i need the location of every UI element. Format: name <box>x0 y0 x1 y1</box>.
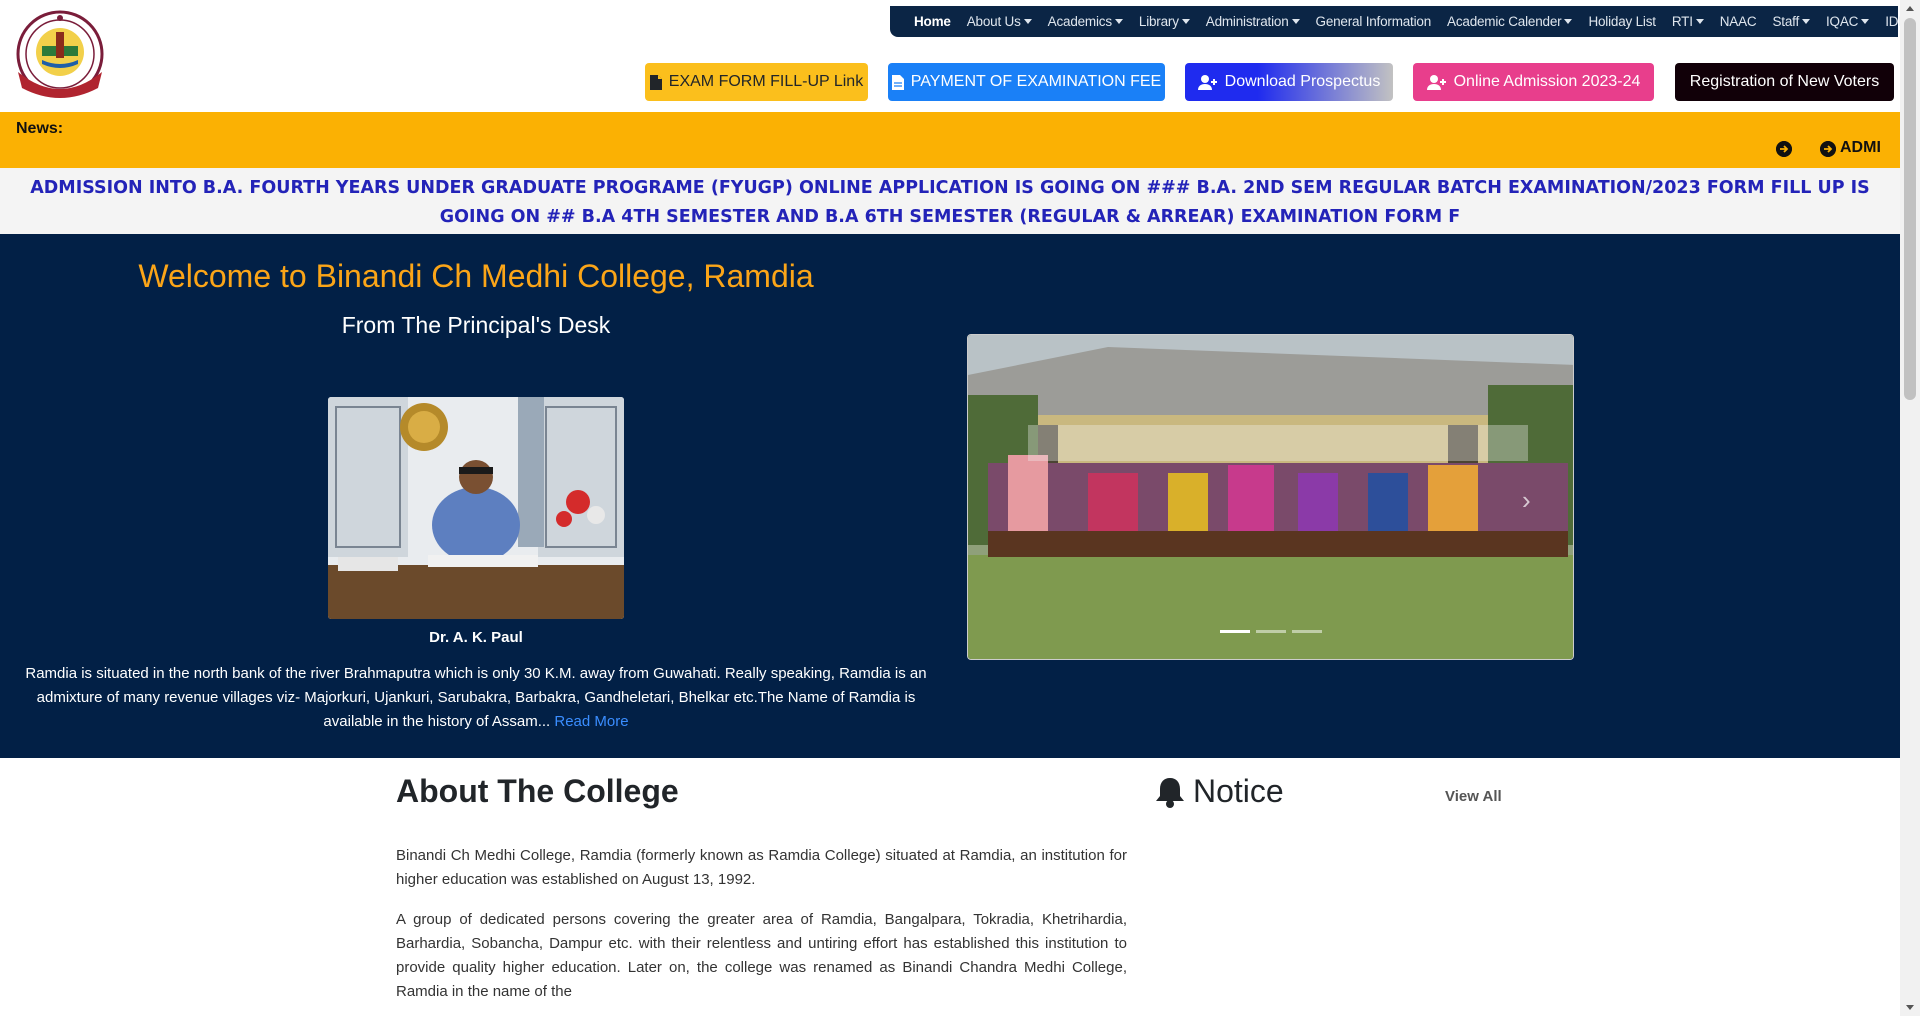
download-prospectus-button[interactable]: Download Prospectus <box>1185 63 1393 101</box>
nav-library-label: Library <box>1138 14 1179 29</box>
exam-form-button[interactable]: EXAM FORM FILL-UP Link <box>645 63 868 101</box>
nav-general-information-label: General Information <box>1315 14 1432 29</box>
nav-naac[interactable]: NAAC <box>1720 14 1757 29</box>
marquee-text[interactable]: ADMISSION INTO B.A. FOURTH YEARS UNDER G… <box>30 178 1870 227</box>
about-college-heading: About The College <box>396 773 679 809</box>
principal-message-text: Ramdia is situated in the north bank of … <box>25 665 927 730</box>
vertical-scrollbar[interactable] <box>1900 0 1920 1016</box>
file-icon <box>649 74 662 90</box>
nav-home-label: Home <box>914 14 951 29</box>
photo-carousel[interactable]: › <box>967 334 1574 660</box>
file-icon <box>891 74 904 90</box>
caret-down-icon <box>1564 19 1573 24</box>
online-admission-label: Online Admission 2023-24 <box>1453 73 1641 90</box>
scroll-down-arrow-icon[interactable] <box>1906 1005 1914 1010</box>
chevron-right-icon[interactable]: › <box>1522 485 1531 516</box>
user-plus-icon <box>1197 74 1217 90</box>
download-prospectus-label: Download Prospectus <box>1224 73 1381 90</box>
news-ticker-text[interactable]: ADMI <box>1840 139 1881 157</box>
carousel-indicator-2[interactable] <box>1256 630 1286 633</box>
nav-staff[interactable]: Staff <box>1772 14 1810 29</box>
site-header: Home About Us Academics Library Administ… <box>0 0 1919 112</box>
nav-library[interactable]: Library <box>1139 14 1190 29</box>
carousel-indicator-1[interactable] <box>1220 630 1250 633</box>
arrow-right-circle-icon[interactable] <box>1820 141 1836 157</box>
announcement-marquee: ADMISSION INTO B.A. FOURTH YEARS UNDER G… <box>0 168 1900 234</box>
caret-down-icon <box>1291 19 1300 24</box>
nav-iqac-label: IQAC <box>1826 14 1859 29</box>
caret-down-icon <box>1023 19 1032 24</box>
voter-registration-label: Registration of New Voters <box>1689 73 1880 90</box>
scrollbar-thumb[interactable] <box>1904 18 1916 400</box>
group-photo <box>968 335 1573 659</box>
principal-name: Dr. A. K. Paul <box>429 629 523 646</box>
read-more-link[interactable]: Read More <box>554 713 628 730</box>
exam-form-label: EXAM FORM FILL-UP Link <box>668 73 864 90</box>
nav-staff-label: Staff <box>1772 14 1799 29</box>
payment-fee-button[interactable]: PAYMENT OF EXAMINATION FEE <box>888 63 1165 101</box>
nav-about-us-label: About Us <box>966 14 1021 29</box>
college-logo[interactable] <box>12 8 108 102</box>
nav-academic-calender[interactable]: Academic Calender <box>1447 14 1573 29</box>
nav-administration[interactable]: Administration <box>1206 14 1300 29</box>
nav-rti-label: RTI <box>1671 14 1693 29</box>
nav-holiday-list-label: Holiday List <box>1588 14 1656 29</box>
welcome-heading: Welcome to Binandi Ch Medhi College, Ram… <box>138 258 814 294</box>
about-paragraph-1: Binandi Ch Medhi College, Ramdia (former… <box>396 847 1127 888</box>
nav-administration-label: Administration <box>1205 14 1289 29</box>
carousel-indicators <box>1220 630 1322 633</box>
caret-down-icon <box>1181 19 1190 24</box>
nav-iqac[interactable]: IQAC <box>1826 14 1870 29</box>
about-paragraph-2: A group of dedicated persons covering th… <box>396 911 1127 1000</box>
principal-desk-heading: From The Principal's Desk <box>341 312 611 338</box>
voter-registration-button[interactable]: Registration of New Voters <box>1675 63 1894 101</box>
news-label: News: <box>16 120 64 137</box>
caret-down-icon <box>1802 19 1810 24</box>
view-all-notices-link[interactable]: View All <box>1445 788 1502 805</box>
nav-academic-calender-label: Academic Calender <box>1447 14 1562 29</box>
scroll-up-arrow-icon[interactable] <box>1906 6 1914 11</box>
payment-fee-label: PAYMENT OF EXAMINATION FEE <box>910 73 1162 90</box>
nav-rti[interactable]: RTI <box>1672 14 1704 29</box>
nav-naac-label: NAAC <box>1719 14 1757 29</box>
nav-academics[interactable]: Academics <box>1048 14 1123 29</box>
news-bar: News: ADMI <box>0 112 1900 168</box>
caret-down-icon <box>1695 19 1704 24</box>
nav-academics-label: Academics <box>1047 14 1112 29</box>
bell-icon <box>1156 777 1184 808</box>
principal-photo <box>328 397 624 619</box>
caret-down-icon <box>1114 19 1123 24</box>
principal-message: Ramdia is situated in the north bank of … <box>18 662 934 734</box>
nav-holiday-list[interactable]: Holiday List <box>1588 14 1656 29</box>
hero-section: Welcome to Binandi Ch Medhi College, Ram… <box>0 234 1900 758</box>
main-navigation: Home About Us Academics Library Administ… <box>890 6 1919 37</box>
notice-heading: Notice <box>1155 773 1284 810</box>
nav-general-information[interactable]: General Information <box>1316 14 1432 29</box>
nav-about-us[interactable]: About Us <box>967 14 1032 29</box>
user-plus-icon <box>1426 74 1446 90</box>
arrow-right-circle-icon[interactable] <box>1776 141 1792 157</box>
caret-down-icon <box>1861 19 1870 24</box>
nav-home[interactable]: Home <box>914 14 951 29</box>
notice-title: Notice <box>1193 773 1284 809</box>
online-admission-button[interactable]: Online Admission 2023-24 <box>1413 63 1654 101</box>
carousel-indicator-3[interactable] <box>1292 630 1322 633</box>
